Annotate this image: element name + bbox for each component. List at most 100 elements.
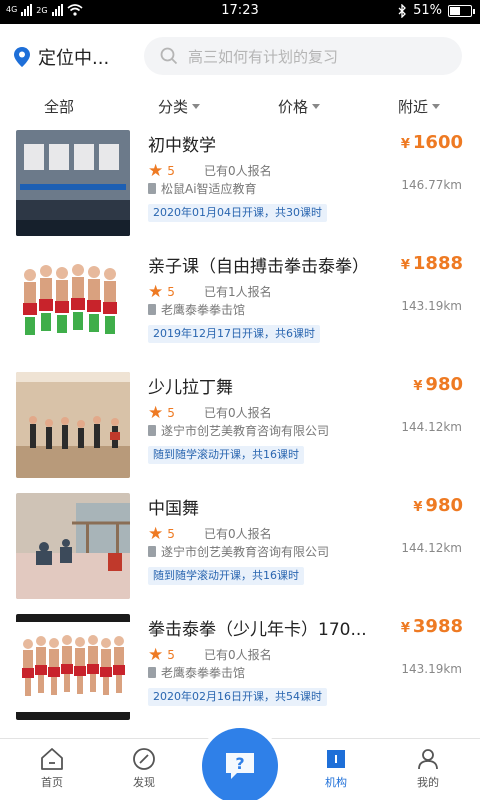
enroll-count: 已有0人报名 — [204, 527, 272, 541]
filter-all[interactable]: 全部 — [44, 96, 74, 117]
org: 老鹰泰拳拳击馆 — [148, 664, 245, 681]
price-value: 980 — [425, 374, 463, 395]
caret-down-icon — [312, 104, 321, 109]
distance: 144.12km — [401, 541, 462, 555]
price-value: 980 — [425, 495, 463, 516]
star-icon: ★ — [148, 282, 164, 302]
course-thumbnail — [16, 372, 130, 478]
course-item[interactable]: 初中数学 ¥1600 ★ 5 已有0人报名 松鼠Ai智适应教育 146.77km … — [0, 122, 480, 243]
nav-discover-label: 发现 — [133, 776, 155, 789]
distance: 143.19km — [401, 662, 462, 676]
filter-nearby[interactable]: 附近 — [398, 96, 441, 117]
battery-fill — [450, 6, 461, 15]
course-title: 亲子课（自由搏击拳击泰拳） — [148, 257, 369, 277]
org: 松鼠Ai智适应教育 — [148, 180, 257, 197]
org-name: 遂宁市创艺美教育咨询有限公司 — [161, 424, 330, 438]
user-icon — [418, 749, 438, 770]
header: 定位中... 高三如何有计划的复习 — [0, 24, 480, 88]
filter-nearby-label: 附近 — [398, 98, 429, 116]
search-icon — [160, 47, 178, 65]
distance: 143.19km — [401, 299, 462, 313]
building-icon — [148, 425, 156, 436]
enroll-count: 已有1人报名 — [204, 285, 272, 299]
schedule-tag: 随到随学滚动开课，共16课时 — [148, 567, 304, 585]
schedule-tag: 2020年01月04日开课，共30课时 — [148, 204, 327, 222]
star-icon: ★ — [148, 524, 164, 544]
schedule-tag: 随到随学滚动开课，共16课时 — [148, 446, 304, 464]
location-selector[interactable]: 定位中... — [14, 44, 109, 70]
currency-symbol: ¥ — [413, 379, 423, 394]
price-value: 3988 — [412, 616, 463, 637]
course-list: 初中数学 ¥1600 ★ 5 已有0人报名 松鼠Ai智适应教育 146.77km … — [0, 122, 480, 738]
search-input[interactable]: 高三如何有计划的复习 — [144, 37, 462, 75]
org-name: 老鹰泰拳拳击馆 — [161, 666, 246, 680]
course-price: ¥980 — [413, 374, 463, 395]
rating-value: 5 — [167, 527, 175, 541]
question-chat-icon: ? — [226, 753, 254, 779]
battery-percent: 51% — [413, 3, 442, 18]
org: 遂宁市创艺美教育咨询有限公司 — [148, 422, 329, 439]
org-name: 松鼠Ai智适应教育 — [161, 182, 257, 196]
nav-institution-label: 机构 — [325, 776, 347, 789]
home-icon — [41, 748, 63, 770]
schedule-tag: 2020年02月16日开课，共54课时 — [148, 688, 327, 706]
svg-text:?: ? — [235, 754, 244, 773]
currency-symbol: ¥ — [400, 258, 410, 273]
course-price: ¥980 — [413, 495, 463, 516]
rating: ★ 5 — [148, 161, 175, 181]
nav-home-label: 首页 — [41, 776, 63, 789]
filter-price[interactable]: 价格 — [278, 96, 321, 117]
org: 老鹰泰拳拳击馆 — [148, 301, 245, 318]
enroll-count: 已有0人报名 — [204, 406, 272, 420]
course-thumbnail — [16, 130, 130, 236]
rating-value: 5 — [167, 406, 175, 420]
filter-price-label: 价格 — [278, 98, 309, 116]
currency-symbol: ¥ — [400, 621, 410, 636]
location-label: 定位中... — [38, 48, 110, 69]
nav-institution[interactable]: 机构 — [296, 747, 376, 790]
book-icon — [327, 750, 345, 768]
currency-symbol: ¥ — [400, 137, 410, 152]
star-icon: ★ — [148, 645, 164, 665]
org-name: 遂宁市创艺美教育咨询有限公司 — [161, 545, 330, 559]
distance: 144.12km — [401, 420, 462, 434]
course-item[interactable]: 亲子课（自由搏击拳击泰拳） ¥1888 ★ 5 已有1人报名 老鹰泰拳拳击馆 14… — [0, 243, 480, 364]
rating: ★ 5 — [148, 524, 175, 544]
caret-down-icon — [192, 104, 201, 109]
star-icon: ★ — [148, 161, 164, 181]
currency-symbol: ¥ — [413, 500, 423, 515]
star-icon: ★ — [148, 403, 164, 423]
building-icon — [148, 667, 156, 678]
course-title: 拳击泰拳（少儿年卡）170... — [148, 620, 367, 640]
course-price: ¥1888 — [401, 253, 463, 274]
filter-category-label: 分类 — [158, 98, 189, 116]
course-price: ¥3988 — [401, 616, 463, 637]
price-value: 1888 — [412, 253, 463, 274]
course-item[interactable]: 中国舞 ¥980 ★ 5 已有0人报名 遂宁市创艺美教育咨询有限公司 144.12… — [0, 485, 480, 606]
ask-question-button[interactable]: ? — [202, 728, 278, 800]
compass-icon — [133, 748, 155, 770]
nav-home[interactable]: 首页 — [12, 747, 92, 790]
distance: 146.77km — [401, 178, 462, 192]
bluetooth-icon — [398, 3, 407, 18]
status-right: 51% — [397, 3, 475, 18]
rating: ★ 5 — [148, 645, 175, 665]
nav-mine-label: 我的 — [417, 776, 439, 789]
filter-category[interactable]: 分类 — [158, 96, 201, 117]
course-item[interactable]: 少儿拉丁舞 ¥980 ★ 5 已有0人报名 遂宁市创艺美教育咨询有限公司 144.… — [0, 364, 480, 485]
nav-mine[interactable]: 我的 — [388, 747, 468, 790]
course-title: 中国舞 — [148, 499, 199, 519]
rating-value: 5 — [167, 164, 175, 178]
nav-discover[interactable]: 发现 — [104, 747, 184, 790]
schedule-tag: 2019年12月17日开课，共6课时 — [148, 325, 320, 343]
filter-all-label: 全部 — [44, 98, 75, 116]
rating-value: 5 — [167, 285, 175, 299]
course-title: 少儿拉丁舞 — [148, 378, 233, 398]
enroll-count: 已有0人报名 — [204, 648, 272, 662]
filter-bar: 全部 分类 价格 附近 — [0, 90, 480, 122]
course-thumbnail — [16, 251, 130, 357]
course-item[interactable]: 拳击泰拳（少儿年卡）170... ¥3988 ★ 5 已有0人报名 老鹰泰拳拳击馆… — [0, 606, 480, 727]
building-icon — [148, 183, 156, 194]
org: 遂宁市创艺美教育咨询有限公司 — [148, 543, 329, 560]
location-pin-icon — [14, 47, 30, 67]
